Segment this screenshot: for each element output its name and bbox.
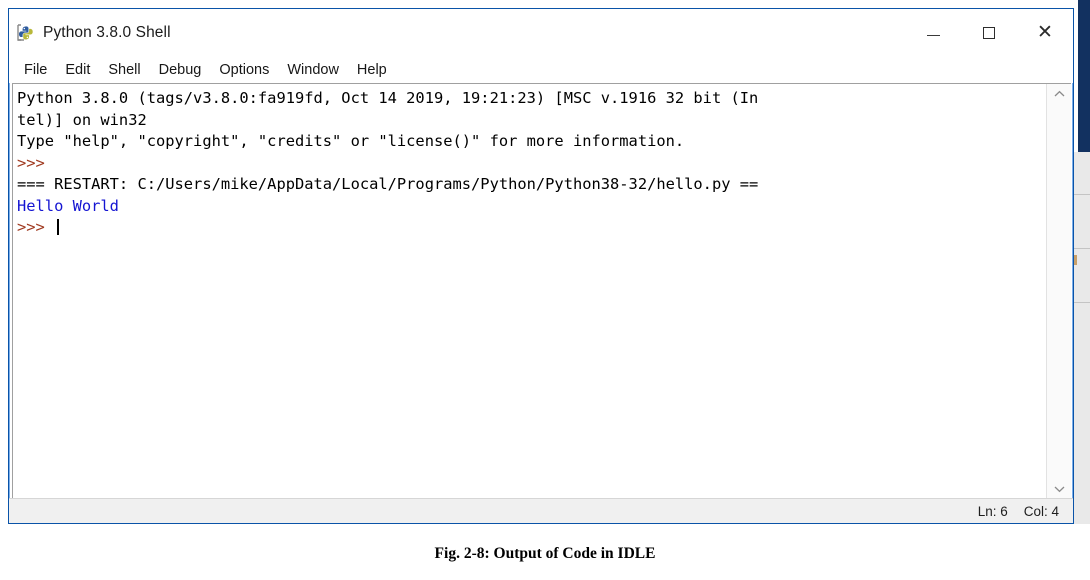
text-cursor — [57, 219, 59, 235]
chevron-down-icon[interactable] — [1047, 479, 1071, 499]
console-prompt: >>> — [17, 154, 45, 172]
status-column-indicator: Col: 4 — [1024, 504, 1059, 519]
maximize-icon — [983, 27, 995, 39]
console-line: >>> — [17, 153, 1046, 175]
vertical-scrollbar[interactable] — [1046, 84, 1071, 499]
console-line: Hello World — [17, 196, 1046, 218]
console-line: Python 3.8.0 (tags/v3.8.0:fa919fd, Oct 1… — [17, 88, 1046, 110]
close-icon: ✕ — [1037, 23, 1053, 42]
menu-item-window[interactable]: Window — [278, 60, 348, 80]
chevron-up-icon[interactable] — [1047, 84, 1071, 104]
menu-bar: File Edit Shell Debug Options Window Hel… — [9, 56, 1073, 83]
background-window-light-strip — [1074, 152, 1090, 524]
title-bar: Python 3.8.0 Shell ✕ — [9, 9, 1073, 56]
status-bar: Ln: 6 Col: 4 — [9, 498, 1073, 523]
menu-item-debug[interactable]: Debug — [150, 60, 211, 80]
console-program-output: Hello World — [17, 197, 119, 215]
console-restart-text: === RESTART: C:/Users/mike/AppData/Local… — [17, 175, 758, 193]
background-window-dark-strip — [1078, 0, 1090, 152]
console-area: Python 3.8.0 (tags/v3.8.0:fa919fd, Oct 1… — [12, 83, 1071, 499]
console-line: tel)] on win32 — [17, 110, 1046, 132]
shell-text-output[interactable]: Python 3.8.0 (tags/v3.8.0:fa919fd, Oct 1… — [13, 84, 1046, 499]
minimize-icon — [927, 35, 940, 37]
figure-caption: Fig. 2-8: Output of Code in IDLE — [0, 545, 1090, 563]
idle-shell-window: Python 3.8.0 Shell ✕ File Edit Shell Deb… — [8, 8, 1074, 524]
menu-item-help[interactable]: Help — [348, 60, 396, 80]
python-idle-icon — [15, 23, 35, 43]
menu-item-file[interactable]: File — [15, 60, 56, 80]
window-title: Python 3.8.0 Shell — [43, 24, 171, 42]
console-text: tel)] on win32 — [17, 111, 147, 129]
menu-item-shell[interactable]: Shell — [99, 60, 149, 80]
window-controls: ✕ — [905, 9, 1073, 56]
menu-item-options[interactable]: Options — [210, 60, 278, 80]
console-prompt: >>> — [17, 218, 54, 236]
maximize-button[interactable] — [961, 9, 1017, 56]
close-button[interactable]: ✕ — [1017, 9, 1073, 56]
console-line: Type "help", "copyright", "credits" or "… — [17, 131, 1046, 153]
status-line-indicator: Ln: 6 — [978, 504, 1008, 519]
console-line: === RESTART: C:/Users/mike/AppData/Local… — [17, 174, 1046, 196]
menu-item-edit[interactable]: Edit — [56, 60, 99, 80]
console-line: >>> — [17, 217, 1046, 239]
console-text: Type "help", "copyright", "credits" or "… — [17, 132, 684, 150]
minimize-button[interactable] — [905, 9, 961, 56]
background-window-fragment — [1074, 255, 1077, 265]
console-text: Python 3.8.0 (tags/v3.8.0:fa919fd, Oct 1… — [17, 89, 758, 107]
